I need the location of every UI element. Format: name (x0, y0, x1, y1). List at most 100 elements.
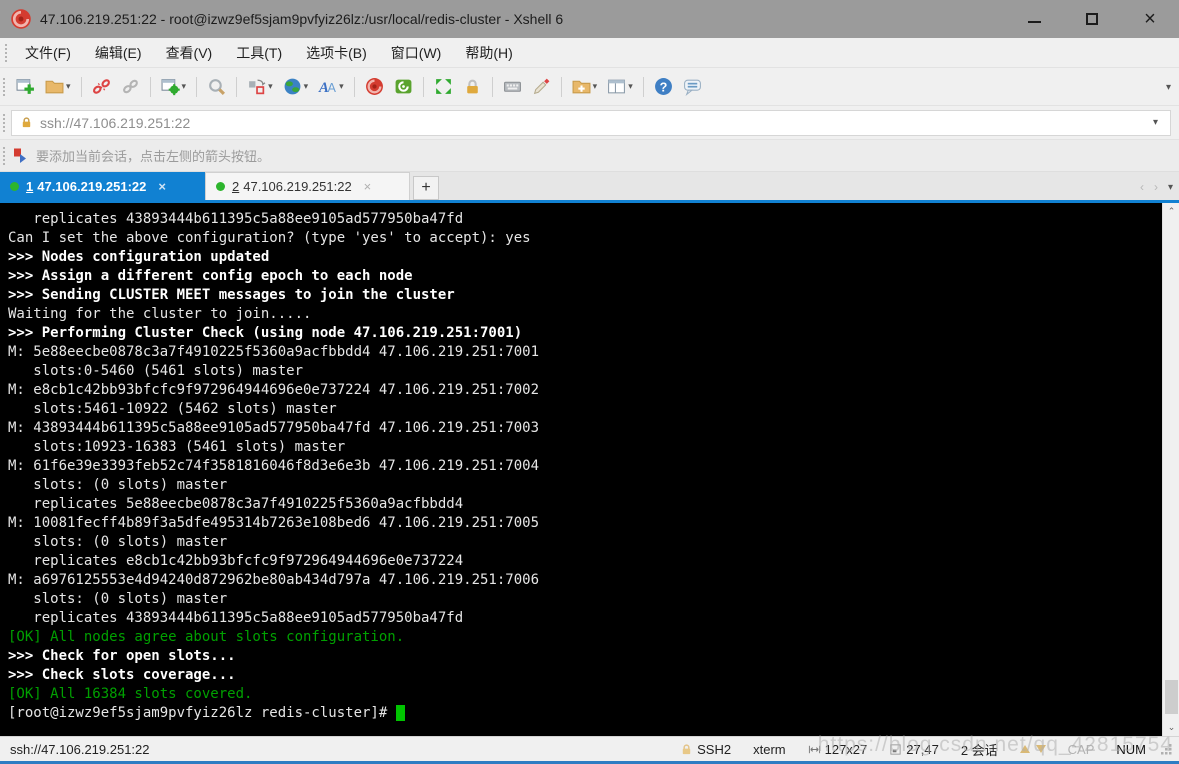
upload-arrow-icon[interactable] (1020, 745, 1030, 753)
session-properties-caret-icon[interactable]: ▾ (182, 81, 187, 92)
terminal-line: >>> Check for open slots... (8, 647, 1162, 666)
terminal-line: >>> Check slots coverage... (8, 666, 1162, 685)
address-dropdown-caret-icon[interactable]: ▾ (1149, 117, 1162, 128)
tab-scroll-left-icon[interactable]: ‹ (1140, 180, 1144, 194)
toolbar-overflow-caret-icon[interactable]: ▾ (1166, 82, 1171, 93)
toolbar-separator (196, 77, 197, 97)
status-session-url: ssh://47.106.219.251:22 (6, 742, 658, 757)
split-window-button[interactable]: ▾ (603, 73, 637, 100)
window-title: 47.106.219.251:22 - root@izwz9ef5sjam9pv… (40, 11, 1005, 27)
menu-item-edit[interactable]: 编辑(E) (83, 39, 154, 67)
encoding-caret-icon[interactable]: ▾ (304, 81, 309, 92)
open-session-button[interactable]: ▾ (41, 73, 75, 100)
feedback-button[interactable] (679, 73, 706, 100)
new-session-button[interactable] (12, 73, 39, 100)
terminal-line: replicates e8cb1c42bb93bfcfc9f9729649446… (8, 552, 1162, 571)
tab-session-1[interactable]: 147.106.219.251:22× (0, 172, 205, 200)
arrange-button[interactable]: ▾ (243, 73, 277, 100)
terminal-output[interactable]: replicates 43893444b611395c5a88ee9105ad5… (0, 203, 1162, 736)
maximize-button[interactable] (1063, 0, 1121, 38)
find-button[interactable] (203, 73, 230, 100)
minimize-button[interactable] (1005, 0, 1063, 38)
font-caret-icon[interactable]: ▾ (339, 81, 344, 92)
new-tab-button[interactable]: + (413, 176, 439, 200)
arrange-icon (247, 77, 266, 96)
open-session-caret-icon[interactable]: ▾ (66, 81, 71, 92)
tab-label: 47.106.219.251:22 (37, 179, 146, 194)
toolbar-separator (150, 77, 151, 97)
terminal-line: replicates 5e88eecbe0878c3a7f4910225f536… (8, 495, 1162, 514)
find-icon (207, 77, 226, 96)
status-session-count[interactable]: 2 会话 (961, 740, 998, 759)
feedback-icon (683, 77, 702, 96)
scrollbar-thumb[interactable] (1165, 680, 1178, 714)
svg-text:?: ? (659, 80, 667, 94)
status-bar: ssh://47.106.219.251:22 SSH2 xterm 127x2… (0, 736, 1179, 761)
status-protocol-label: SSH2 (697, 742, 731, 757)
terminal-scrollbar[interactable]: ⌃ ⌄ (1162, 203, 1179, 736)
address-lock-icon (20, 116, 33, 129)
svg-text:A: A (328, 81, 337, 95)
resize-grip-icon[interactable] (1160, 743, 1173, 756)
download-arrow-icon[interactable] (1036, 745, 1046, 753)
scroll-up-icon[interactable]: ⌃ (1163, 203, 1179, 220)
new-folder-button[interactable]: ▾ (568, 73, 602, 100)
menu-item-window[interactable]: 窗口(W) (379, 39, 454, 67)
tab-close-icon[interactable]: × (364, 179, 372, 194)
terminal-line: replicates 43893444b611395c5a88ee9105ad5… (8, 609, 1162, 628)
terminal-line: replicates 43893444b611395c5a88ee9105ad5… (8, 210, 1162, 229)
menu-item-help[interactable]: 帮助(H) (453, 39, 524, 67)
status-terminal-type[interactable]: xterm (753, 742, 786, 757)
highlighter-icon (532, 77, 551, 96)
new-folder-caret-icon[interactable]: ▾ (593, 81, 598, 92)
notice-row: 要添加当前会话，点击左侧的箭头按钮。 (0, 140, 1179, 172)
menu-item-tab[interactable]: 选项卡(B) (294, 39, 379, 67)
toolbar-separator (354, 77, 355, 97)
tab-close-icon[interactable]: × (158, 179, 166, 194)
menu-item-tools[interactable]: 工具(T) (224, 39, 294, 67)
highlight-button[interactable] (528, 73, 555, 100)
xshell-button[interactable] (361, 73, 388, 100)
terminal-line: slots:0-5460 (5461 slots) master (8, 362, 1162, 381)
terminal-line: >>> Performing Cluster Check (using node… (8, 324, 1162, 343)
tab-menu-caret-icon[interactable]: ▾ (1168, 182, 1173, 193)
scroll-down-icon[interactable]: ⌄ (1163, 719, 1179, 736)
notice-grip (3, 147, 5, 165)
xshell-icon (365, 77, 384, 96)
toolbar-grip (3, 78, 5, 96)
disconnect-button[interactable] (88, 73, 115, 100)
lock-button[interactable] (459, 73, 486, 100)
tab-session-2[interactable]: 247.106.219.251:22× (205, 172, 410, 200)
menu-item-view[interactable]: 查看(V) (154, 39, 225, 67)
cursor-position-icon (889, 743, 902, 756)
terminal-line: [root@izwz9ef5sjam9pvfyiz26lz redis-clus… (8, 704, 1162, 723)
session-connected-icon (216, 182, 225, 191)
terminal[interactable]: replicates 43893444b611395c5a88ee9105ad5… (0, 203, 1179, 736)
font-button[interactable]: AA▾ (314, 73, 348, 100)
encoding-button[interactable]: ▾ (279, 73, 313, 100)
minimize-icon (1028, 21, 1041, 23)
tab-number: 2 (232, 179, 239, 194)
reconnect-button[interactable] (117, 73, 144, 100)
status-terminal-size-label: 127x27 (825, 742, 868, 757)
arrange-caret-icon[interactable]: ▾ (268, 81, 273, 92)
split-window-caret-icon[interactable]: ▾ (628, 81, 633, 92)
font-icon: AA (318, 77, 337, 96)
keyboard-button[interactable] (499, 73, 526, 100)
help-button[interactable]: ? (650, 73, 677, 100)
close-button[interactable]: × (1121, 0, 1179, 38)
fullscreen-button[interactable] (430, 73, 457, 100)
status-cursor-position: 27,47 (889, 742, 939, 757)
address-input[interactable]: ssh://47.106.219.251:22 (40, 115, 1149, 131)
terminal-line: M: 43893444b611395c5a88ee9105ad577950ba4… (8, 419, 1162, 438)
menu-item-file[interactable]: 文件(F) (13, 39, 83, 67)
address-bar[interactable]: ssh://47.106.219.251:22 ▾ (11, 110, 1171, 136)
tab-scroll-right-icon[interactable]: › (1154, 180, 1158, 194)
xftp-button[interactable] (390, 73, 417, 100)
resize-icon (808, 743, 821, 756)
terminal-line: slots:5461-10922 (5462 slots) master (8, 400, 1162, 419)
disconnect-icon (92, 77, 111, 96)
session-properties-button[interactable]: ▾ (157, 73, 191, 100)
terminal-cursor (396, 705, 405, 721)
toolbar-separator (236, 77, 237, 97)
